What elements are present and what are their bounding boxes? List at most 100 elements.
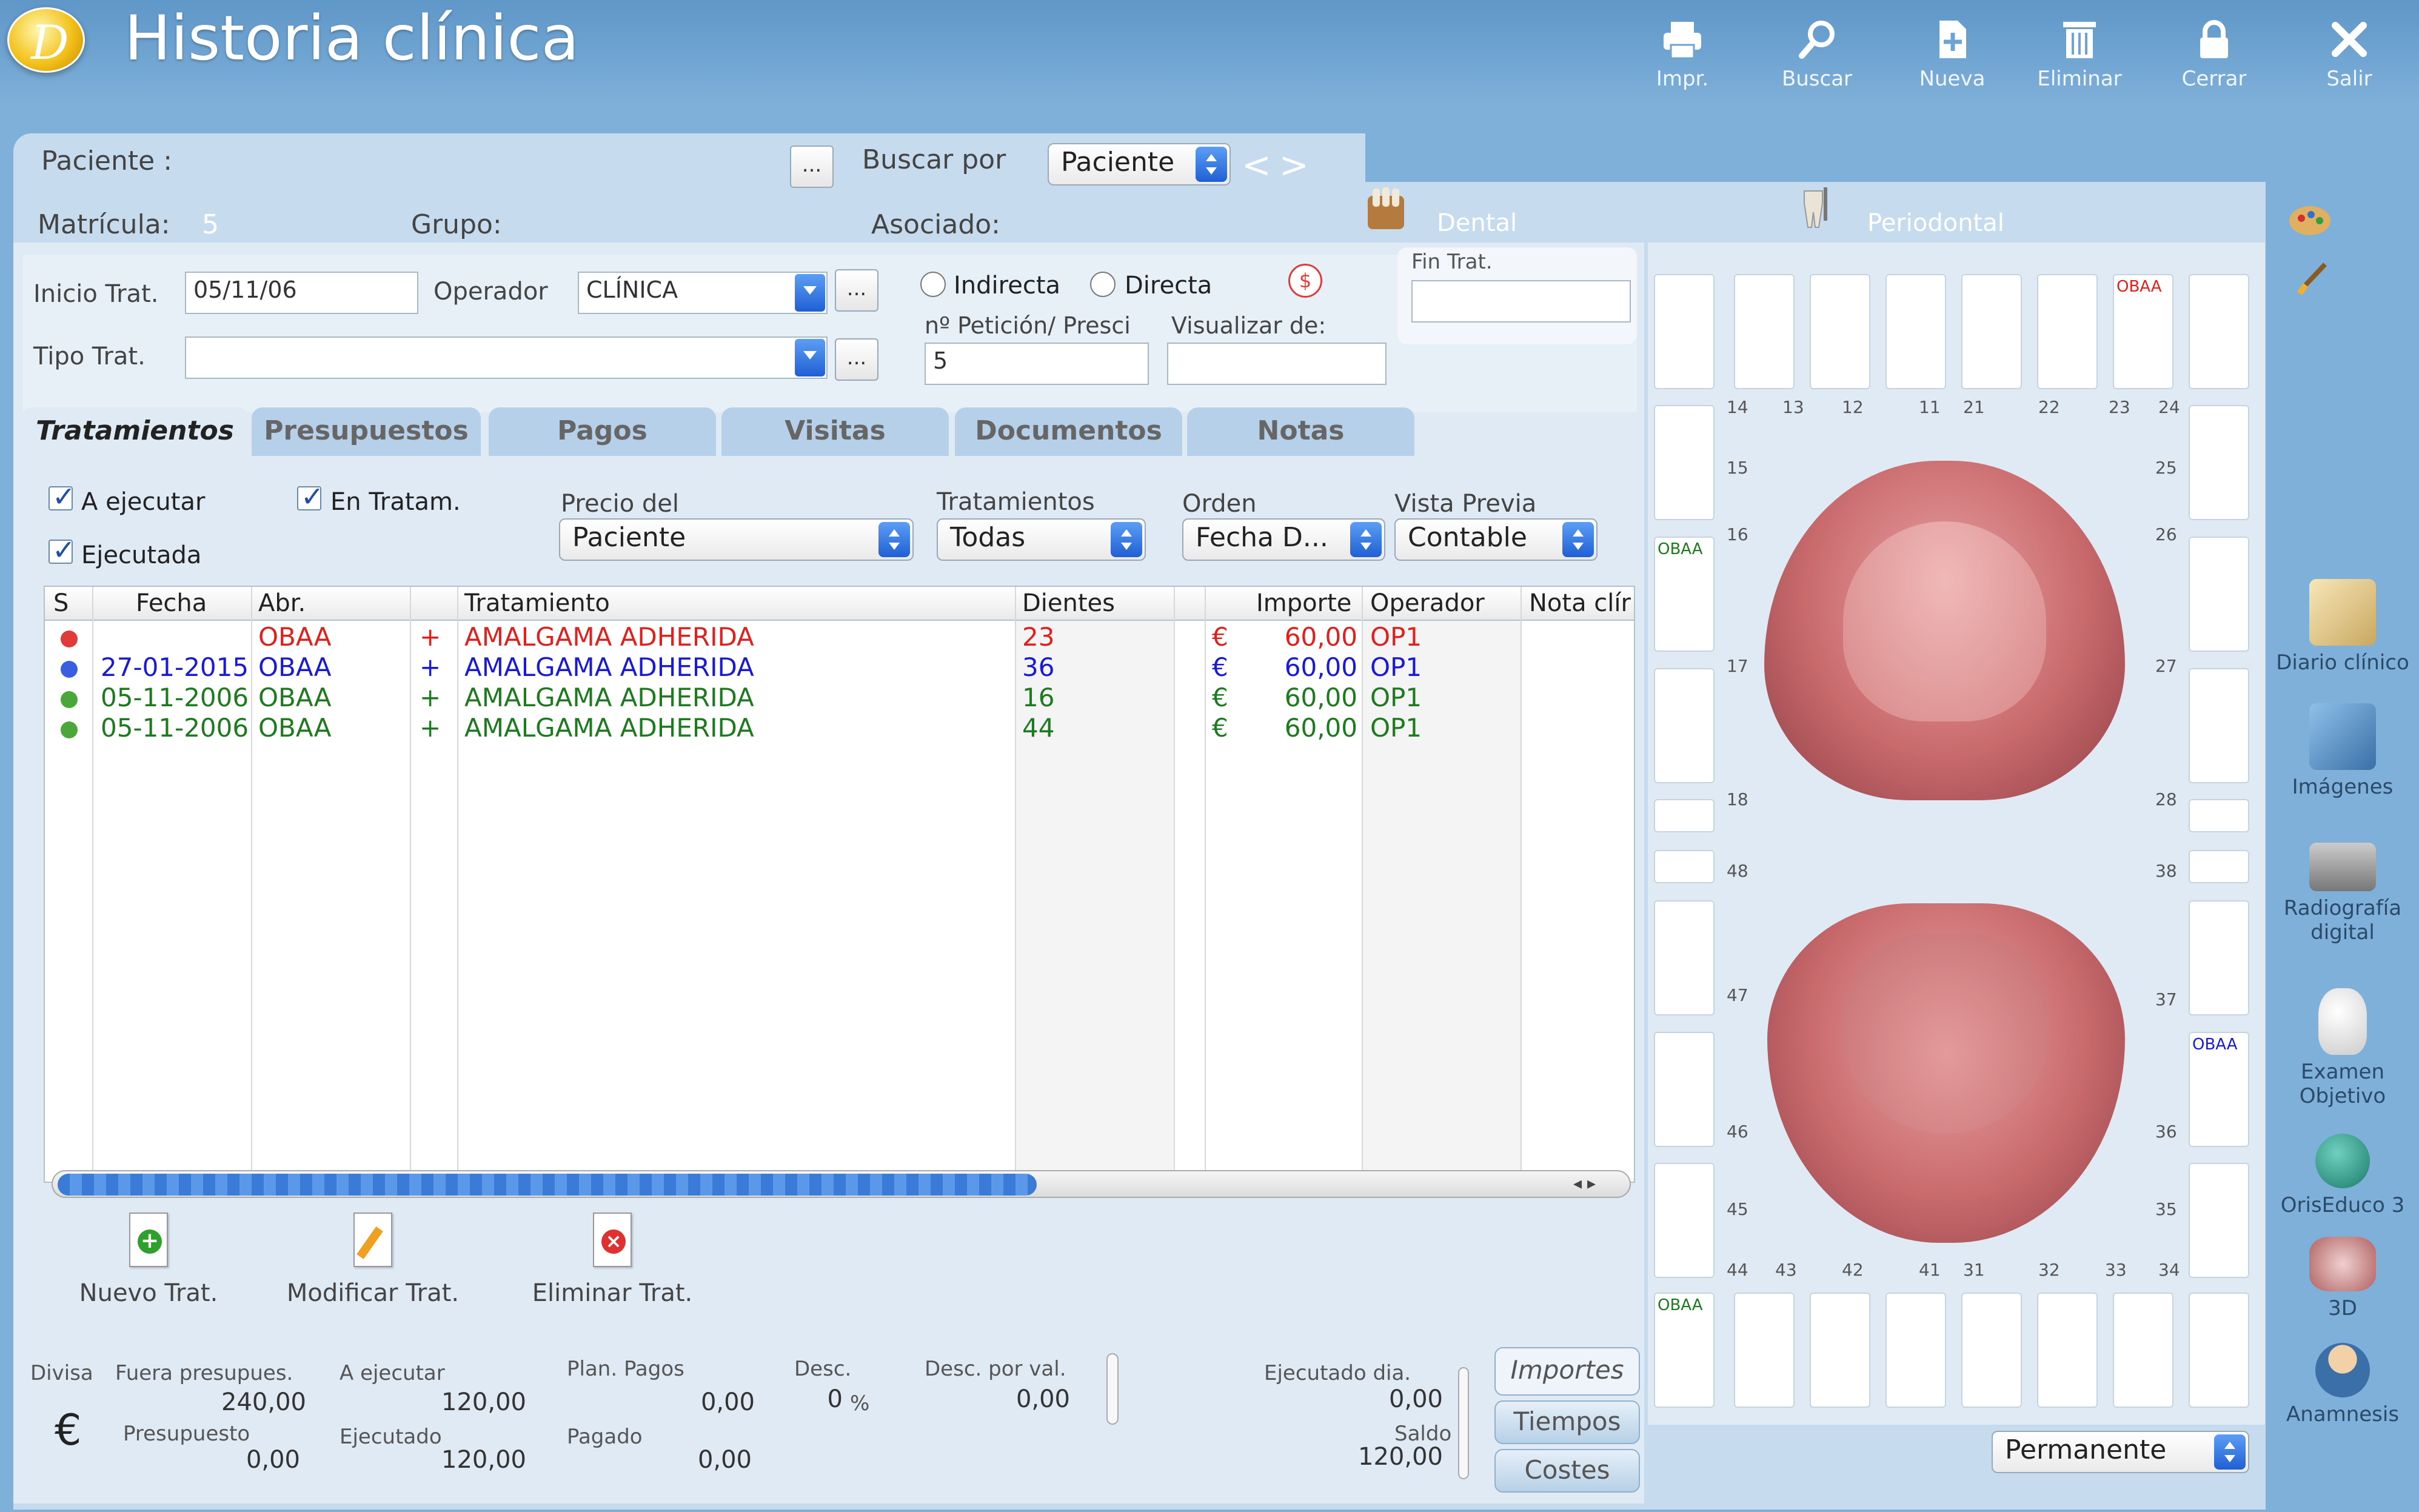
start-treatment-input[interactable]: 05/11/06 bbox=[185, 272, 418, 314]
delete-button[interactable]: Eliminar bbox=[2028, 18, 2131, 103]
tooth-box[interactable] bbox=[1734, 1293, 1795, 1408]
3d-button[interactable]: 3D bbox=[2266, 1237, 2419, 1320]
operator-combo[interactable]: CLÍNICA bbox=[578, 272, 828, 314]
tooth-box[interactable] bbox=[2037, 274, 2098, 389]
tooth-box[interactable] bbox=[2189, 1163, 2249, 1278]
tooth-box[interactable] bbox=[1654, 405, 1715, 520]
periodontal-label[interactable]: Periodontal bbox=[1867, 209, 2004, 237]
brush-icon[interactable] bbox=[2295, 261, 2331, 297]
tab-tratamientos[interactable]: Tratamientos bbox=[21, 407, 249, 456]
view-from-input[interactable] bbox=[1167, 343, 1387, 385]
tab-notas[interactable]: Notas bbox=[1187, 407, 1414, 456]
tooth-box[interactable] bbox=[1885, 1293, 1946, 1408]
new-treatment-button[interactable]: + Nuevo Trat. bbox=[73, 1213, 224, 1307]
exit-button[interactable]: Salir bbox=[2298, 18, 2401, 103]
tooth-box[interactable] bbox=[2189, 668, 2249, 783]
tooth-box[interactable] bbox=[1654, 850, 1715, 883]
delete-treatment-button[interactable]: × Eliminar Trat. bbox=[521, 1213, 703, 1307]
table-row[interactable]: OBAA + AMALGAMA ADHERIDA 23 €60,00 OP1 bbox=[45, 622, 1634, 654]
prev-patient-button[interactable]: < bbox=[1242, 144, 1271, 186]
tab-visitas[interactable]: Visitas bbox=[721, 407, 949, 456]
dentition-select[interactable]: Permanente bbox=[1992, 1431, 2249, 1473]
preview-select[interactable]: Contable bbox=[1394, 518, 1598, 561]
treatment-type-combo[interactable] bbox=[185, 336, 828, 379]
operator-picker-button[interactable]: ... bbox=[835, 269, 878, 312]
col-operador[interactable]: Operador bbox=[1370, 589, 1485, 617]
tooth-box[interactable] bbox=[2189, 537, 2249, 652]
tooth-box[interactable] bbox=[2113, 1293, 2173, 1408]
tooth-box[interactable] bbox=[1654, 1032, 1715, 1147]
en-tratam-checkbox[interactable] bbox=[297, 480, 324, 513]
vertical-slider[interactable] bbox=[1106, 1353, 1119, 1425]
table-row[interactable]: 27-01-2015 OBAA + AMALGAMA ADHERIDA 36 €60,00… bbox=[45, 652, 1634, 684]
palette-icon[interactable] bbox=[2286, 194, 2334, 243]
tooth-box[interactable] bbox=[1961, 274, 2022, 389]
col-dientes[interactable]: Dientes bbox=[1022, 589, 1115, 617]
edit-treatment-button[interactable]: Modificar Trat. bbox=[276, 1213, 470, 1307]
scrollbar-thumb[interactable] bbox=[58, 1174, 1037, 1196]
exam-button[interactable]: Examen Objetivo bbox=[2266, 988, 2419, 1108]
treatment-type-picker-button[interactable]: ... bbox=[835, 338, 878, 381]
tooth-box-36[interactable]: OBAA bbox=[2189, 1032, 2249, 1147]
col-tratamiento[interactable]: Tratamiento bbox=[464, 589, 610, 617]
a-ejecutar-checkbox[interactable] bbox=[49, 480, 76, 513]
indirecta-radio[interactable] bbox=[920, 272, 946, 297]
tooth-box[interactable] bbox=[1810, 274, 1870, 389]
anamnesis-button[interactable]: Anamnesis bbox=[2266, 1343, 2419, 1427]
tooth-box-23[interactable]: OBAA bbox=[2113, 274, 2173, 389]
close-record-button[interactable]: Cerrar bbox=[2163, 18, 2266, 103]
end-treatment-input[interactable] bbox=[1411, 280, 1631, 323]
money-icon[interactable]: $ bbox=[1288, 264, 1322, 298]
directa-radio[interactable] bbox=[1090, 272, 1116, 297]
ejecutada-checkbox[interactable] bbox=[49, 534, 76, 566]
print-button[interactable]: Impr. bbox=[1631, 18, 1734, 103]
tiempos-button[interactable]: Tiempos bbox=[1494, 1400, 1640, 1444]
col-fecha[interactable]: Fecha bbox=[136, 589, 207, 617]
tooth-box[interactable] bbox=[2037, 1293, 2098, 1408]
tooth-box[interactable] bbox=[1885, 274, 1946, 389]
vertical-slider[interactable] bbox=[1458, 1367, 1469, 1479]
next-patient-button[interactable]: > bbox=[1279, 144, 1309, 186]
tab-documentos[interactable]: Documentos bbox=[955, 407, 1182, 456]
tooth-box[interactable] bbox=[1654, 668, 1715, 783]
dental-label[interactable]: Dental bbox=[1437, 209, 1517, 237]
table-row[interactable]: 05-11-2006 OBAA + AMALGAMA ADHERIDA 16 €60,00… bbox=[45, 683, 1634, 714]
petition-input[interactable]: 5 bbox=[925, 343, 1149, 385]
periodontal-icon[interactable] bbox=[1799, 185, 1836, 230]
order-select[interactable]: Fecha D... bbox=[1182, 518, 1385, 561]
tooth-box[interactable] bbox=[2189, 1293, 2249, 1408]
treatments-filter-select[interactable]: Todas bbox=[937, 518, 1146, 561]
search-by-select[interactable]: Paciente bbox=[1048, 143, 1231, 186]
price-of-select[interactable]: Paciente bbox=[559, 518, 914, 561]
tooth-box-44[interactable]: OBAA bbox=[1654, 1293, 1715, 1408]
treatments-table[interactable]: S Fecha Abr. Tratamiento Dientes Importe… bbox=[44, 586, 1635, 1183]
scroll-arrows-icon[interactable]: ◂ ▸ bbox=[1573, 1173, 1596, 1193]
search-button[interactable]: Buscar bbox=[1765, 18, 1869, 103]
importes-button[interactable]: Importes bbox=[1494, 1347, 1640, 1396]
tooth-box[interactable] bbox=[1654, 900, 1715, 1015]
patient-picker-button[interactable]: ... bbox=[790, 146, 834, 188]
tooth-box[interactable] bbox=[2189, 850, 2249, 883]
tab-pagos[interactable]: Pagos bbox=[489, 407, 716, 456]
new-button[interactable]: Nueva bbox=[1901, 18, 2004, 103]
tooth-box[interactable] bbox=[2189, 900, 2249, 1015]
dental-icon[interactable] bbox=[1364, 185, 1408, 230]
oriseduco-button[interactable]: OrisEduco 3 bbox=[2266, 1134, 2419, 1217]
tooth-box[interactable] bbox=[1810, 1293, 1870, 1408]
tooth-box[interactable] bbox=[2189, 274, 2249, 389]
xray-button[interactable]: Radiografía digital bbox=[2266, 843, 2419, 945]
col-nota[interactable]: Nota clír bbox=[1529, 589, 1631, 617]
tooth-box[interactable] bbox=[1734, 274, 1795, 389]
tooth-box[interactable] bbox=[1654, 1163, 1715, 1278]
tooth-box[interactable] bbox=[1654, 274, 1715, 389]
tooth-box[interactable] bbox=[1961, 1293, 2022, 1408]
journal-button[interactable]: Diario clínico bbox=[2266, 579, 2419, 675]
tab-presupuestos[interactable]: Presupuestos bbox=[252, 407, 481, 456]
costes-button[interactable]: Costes bbox=[1494, 1449, 1640, 1493]
col-abr[interactable]: Abr. bbox=[258, 589, 306, 617]
tooth-box[interactable] bbox=[2189, 799, 2249, 832]
table-row[interactable]: 05-11-2006 OBAA + AMALGAMA ADHERIDA 44 €60,00… bbox=[45, 713, 1634, 744]
tooth-box[interactable] bbox=[2189, 405, 2249, 520]
col-s[interactable]: S bbox=[53, 589, 69, 617]
col-importe[interactable]: Importe bbox=[1256, 589, 1351, 617]
